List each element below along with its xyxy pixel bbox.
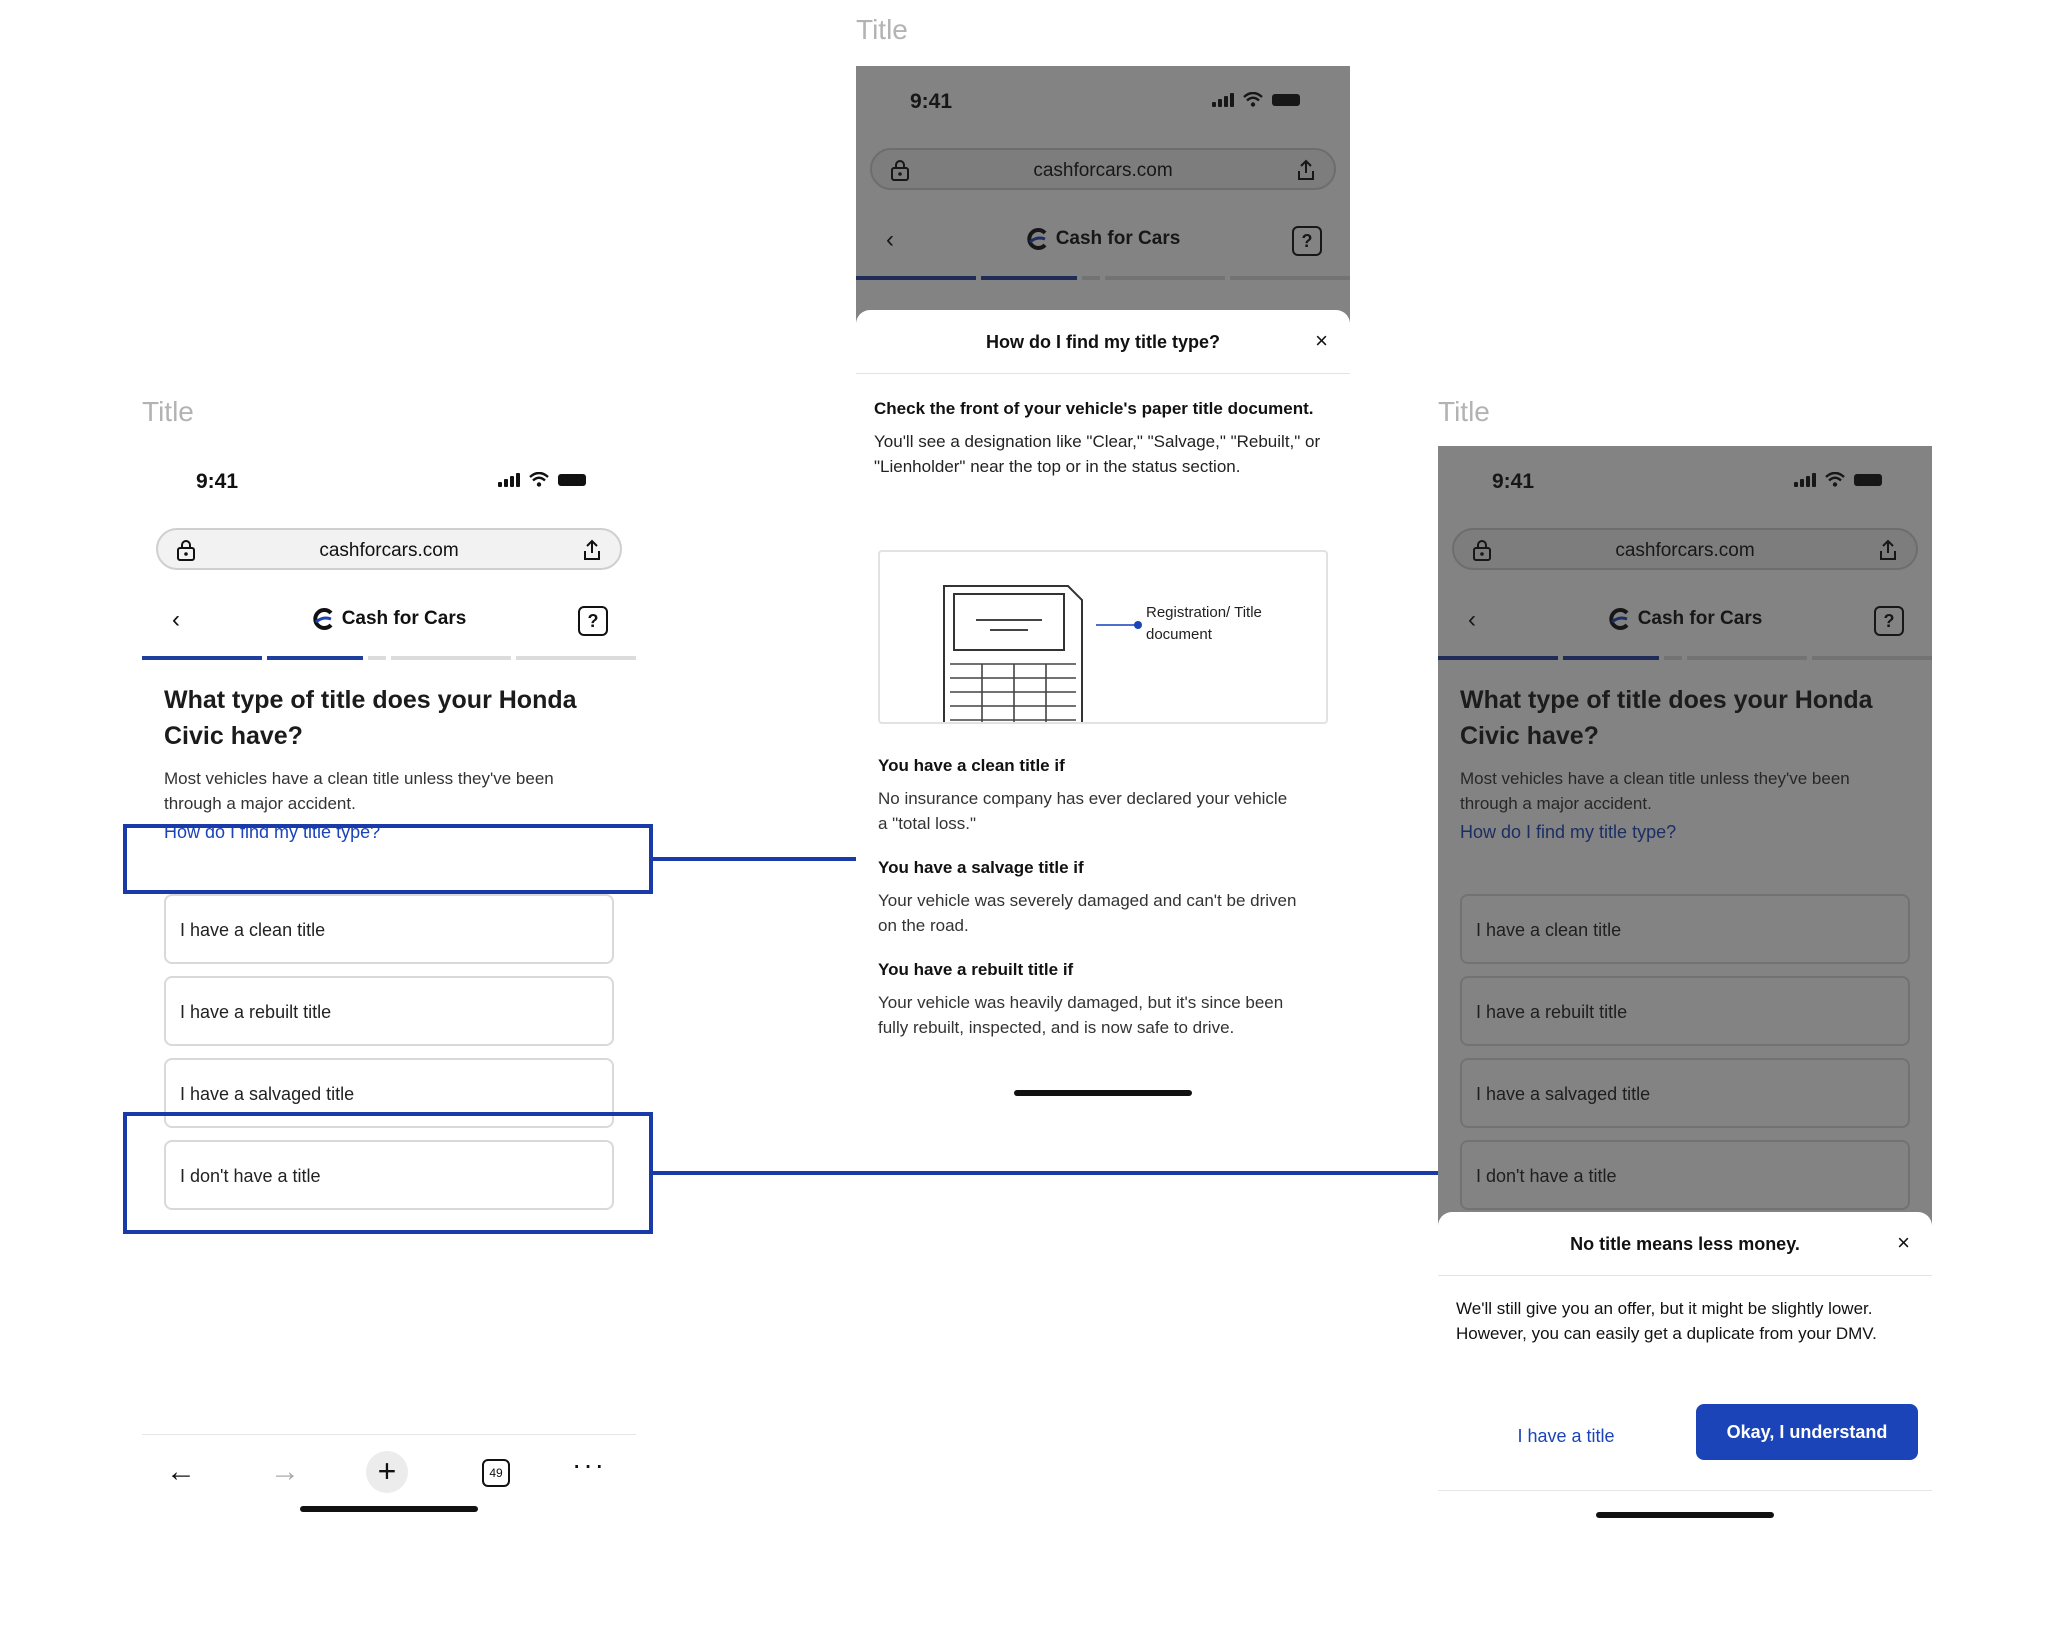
address-bar[interactable]: cashforcars.com — [156, 528, 622, 570]
help-sheet: How do I find my title type? × Check the… — [856, 310, 1350, 1140]
status-time: 9:41 — [196, 470, 239, 493]
share-icon[interactable] — [582, 539, 602, 561]
home-indicator — [300, 1506, 478, 1512]
phone-help-sheet-screen: 9:41 cashforcars.com ‹ Cash for Cars ? H… — [856, 66, 1350, 1140]
phone-no-title-sheet-screen: 9:41 cashforcars.com ‹ Cash for Cars ? W… — [1438, 446, 1932, 1522]
diagram-label: Registration/ Title document — [1146, 604, 1262, 643]
highlight-help-link — [123, 824, 653, 894]
brand-name: Cash for Cars — [341, 608, 467, 629]
brand-logo-icon — [312, 608, 333, 630]
section-clean-heading: You have a clean title if — [878, 756, 1065, 775]
new-tab-icon[interactable]: + — [366, 1451, 408, 1493]
help-intro: You'll see a designation like "Clear," "… — [874, 432, 1321, 476]
title-document-diagram: Registration/ Title document — [878, 550, 1328, 724]
more-icon[interactable]: ··· — [572, 1449, 606, 1481]
home-indicator — [1014, 1090, 1192, 1096]
diagram-pointer — [1096, 624, 1138, 626]
frame-label-left: Title — [142, 396, 194, 427]
signal-icon — [498, 472, 520, 487]
section-salvage-body: Your vehicle was severely damaged and ca… — [878, 891, 1297, 935]
option-clean-title[interactable]: I have a clean title — [164, 894, 614, 964]
no-title-sheet: No title means less money. × We'll still… — [1438, 1212, 1932, 1522]
help-sheet-header: How do I find my title type? × — [856, 310, 1350, 374]
section-salvage-heading: You have a salvage title if — [878, 858, 1084, 877]
browser-toolbar: ← → + 49 ··· — [142, 1434, 636, 1514]
question-title: What type of title does your Honda Civic… — [164, 686, 577, 750]
diagram-pointer-dot — [1134, 621, 1142, 629]
section-rebuilt-heading: You have a rebuilt title if — [878, 960, 1074, 979]
battery-icon — [558, 473, 586, 486]
app-header: ‹ Cash for Cars ? — [142, 586, 636, 656]
url-text: cashforcars.com — [319, 540, 459, 561]
no-title-sheet-title: No title means less money. — [1570, 1234, 1800, 1254]
document-illustration — [943, 585, 1083, 722]
section-rebuilt-body: Your vehicle was heavily damaged, but it… — [878, 993, 1284, 1037]
nav-forward-icon[interactable]: → — [270, 1455, 300, 1489]
help-sheet-title: How do I find my title type? — [986, 332, 1220, 352]
frame-label-center: Title — [856, 14, 908, 45]
home-indicator — [1596, 1512, 1774, 1518]
close-icon[interactable]: × — [1897, 1230, 1910, 1256]
help-sheet-body: Check the front of your vehicle's paper … — [874, 396, 1332, 479]
progress-bar — [142, 656, 636, 660]
status-bar: 9:41 — [142, 446, 636, 508]
okay-understand-button[interactable]: Okay, I understand — [1696, 1404, 1918, 1460]
connector-no-title-option — [653, 1171, 1438, 1175]
close-icon[interactable]: × — [1315, 328, 1328, 354]
option-rebuilt-title[interactable]: I have a rebuilt title — [164, 976, 614, 1046]
nav-back-icon[interactable]: ← — [166, 1455, 196, 1489]
brand: Cash for Cars — [142, 608, 636, 630]
frame-label-right: Title — [1438, 396, 1490, 427]
connector-help-link — [653, 857, 856, 861]
no-title-sheet-header: No title means less money. × — [1438, 1212, 1932, 1276]
sheet-divider — [1438, 1490, 1932, 1491]
section-clean-body: No insurance company has ever declared y… — [878, 789, 1288, 833]
wifi-icon — [529, 472, 549, 487]
tabs-count-badge[interactable]: 49 — [482, 1459, 510, 1487]
question-subtitle: Most vehicles have a clean title unless … — [164, 769, 554, 813]
highlight-no-title-option — [123, 1112, 653, 1234]
no-title-sheet-body: We'll still give you an offer, but it mi… — [1456, 1299, 1877, 1343]
i-have-a-title-button[interactable]: I have a title — [1438, 1426, 1694, 1447]
help-intro-bold: Check the front of your vehicle's paper … — [874, 399, 1314, 418]
question-content: What type of title does your Honda Civic… — [164, 682, 614, 846]
phone-question-screen: 9:41 cashforcars.com ‹ Cash for Cars ? W… — [142, 446, 636, 1514]
help-button[interactable]: ? — [578, 606, 608, 636]
help-sections: You have a clean title if No insurance c… — [878, 756, 1328, 1040]
